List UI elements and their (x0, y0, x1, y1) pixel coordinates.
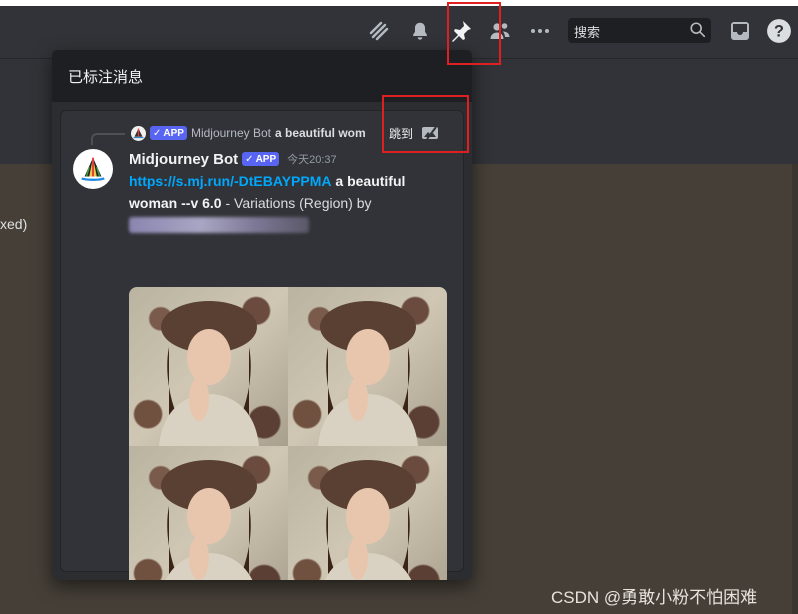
jump-highlight-box (382, 95, 469, 153)
pins-title: 已标注消息 (68, 68, 144, 86)
user-mention[interactable] (129, 217, 309, 233)
reply-connector (91, 133, 125, 145)
app-badge: ✓ APP (242, 152, 280, 166)
image-quadrant-1 (129, 287, 288, 446)
variation-info: - Variations (Region) by (221, 195, 372, 211)
reply-snippet: a beautiful wom (275, 126, 366, 140)
message-text: https://s.mj.run/-DtEBAYPPMA a beautiful… (129, 170, 449, 233)
bell-icon[interactable] (407, 18, 433, 44)
image-quadrant-3 (129, 446, 288, 580)
reply-author: Midjourney Bot (190, 126, 271, 140)
partial-message-text: xed) (0, 216, 28, 232)
reply-preview[interactable]: ✓ APP Midjourney Bot a beautiful wom (131, 125, 366, 141)
pinned-message[interactable]: ✓ APP Midjourney Bot a beautiful wom 跳到 M… (60, 110, 464, 580)
svg-text:?: ? (774, 22, 784, 40)
bot-avatar-small (131, 125, 146, 141)
more-icon[interactable] (527, 18, 553, 44)
message-content: Midjourney Bot ✓ APP 今天20:37 https://s.mj… (129, 149, 449, 233)
verified-check-icon: ✓ (245, 153, 254, 165)
app-badge: ✓ APP (150, 126, 187, 140)
inbox-icon[interactable] (727, 18, 753, 44)
help-icon[interactable]: ? (766, 18, 792, 44)
prompt-link[interactable]: https://s.mj.run/-DtEBAYPPMA (129, 173, 332, 189)
scrollbar[interactable] (792, 164, 798, 614)
search-placeholder: 搜索 (574, 25, 601, 40)
search-icon (690, 22, 706, 38)
watermark: CSDN @勇敢小粉不怕困难 (551, 588, 758, 607)
timestamp: 今天20:37 (287, 154, 337, 166)
image-quadrant-2 (288, 287, 447, 446)
verified-check-icon: ✓ (153, 127, 162, 139)
bot-avatar[interactable] (73, 149, 113, 189)
author-name[interactable]: Midjourney Bot (129, 151, 238, 168)
search-input[interactable]: 搜索 (568, 18, 711, 43)
generated-image-grid[interactable] (129, 287, 447, 580)
image-quadrant-4 (288, 446, 447, 580)
pin-highlight-box (447, 2, 501, 65)
threads-icon[interactable] (366, 18, 392, 44)
